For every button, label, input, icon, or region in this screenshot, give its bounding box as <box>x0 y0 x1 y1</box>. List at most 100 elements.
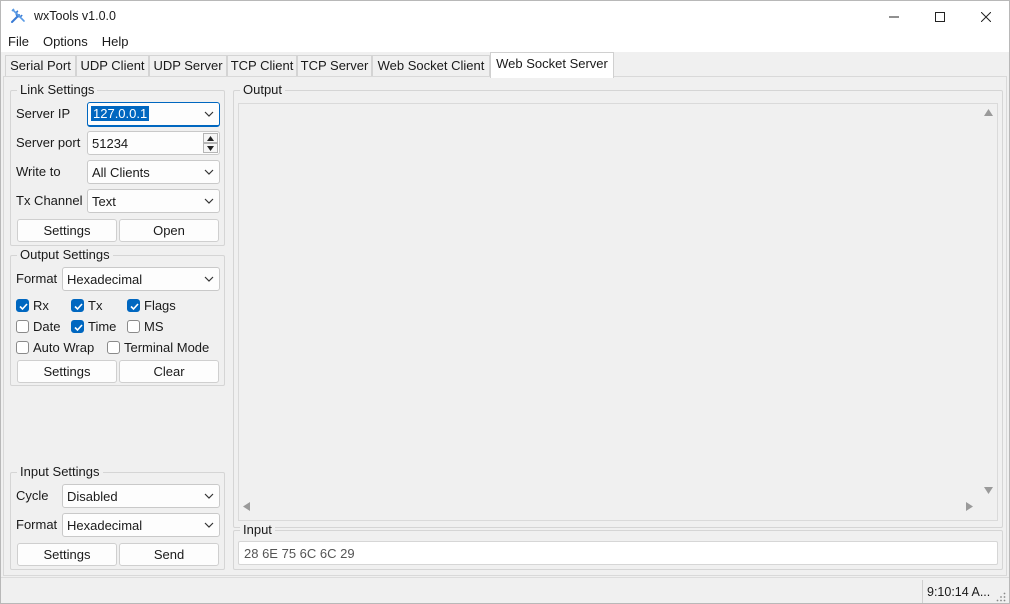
menu-file[interactable]: File <box>1 32 36 52</box>
link-settings-button[interactable]: Settings <box>17 219 117 242</box>
write-to-value: All Clients <box>92 165 150 180</box>
auto-wrap-checkbox[interactable]: Auto Wrap <box>16 339 94 355</box>
checkbox-box <box>16 298 29 312</box>
time-checkbox[interactable]: Time <box>71 318 116 334</box>
tab-web-socket-client[interactable]: Web Socket Client <box>372 55 490 77</box>
write-to-label: Write to <box>16 164 61 179</box>
tools-icon <box>10 8 26 24</box>
maximize-button[interactable] <box>917 1 963 32</box>
scroll-up-icon[interactable] <box>984 109 993 116</box>
tab-panel: Link Settings Server IP 127.0.0.1 Server… <box>3 76 1007 576</box>
server-ip-combo[interactable]: 127.0.0.1 <box>87 102 220 127</box>
tx-channel-combo[interactable]: Text <box>87 189 220 213</box>
open-button[interactable]: Open <box>119 219 219 242</box>
ms-label: MS <box>144 318 164 334</box>
output-text-area[interactable] <box>238 103 998 521</box>
link-settings-title: Link Settings <box>17 82 98 97</box>
tx-label: Tx <box>88 297 103 313</box>
checkmark-icon <box>130 302 139 310</box>
output-format-value: Hexadecimal <box>67 272 143 287</box>
checkbox-box <box>16 340 29 354</box>
spin-down-button[interactable] <box>203 143 218 153</box>
menu-help[interactable]: Help <box>95 32 136 52</box>
tx-checkbox[interactable]: Tx <box>71 297 102 313</box>
input-format-combo[interactable]: Hexadecimal <box>62 513 220 537</box>
auto-wrap-label: Auto Wrap <box>33 339 95 355</box>
checkmark-icon <box>74 323 83 331</box>
clear-button[interactable]: Clear <box>119 360 219 383</box>
checkmark-icon <box>74 302 83 310</box>
input-settings-title: Input Settings <box>17 464 103 479</box>
input-format-value: Hexadecimal <box>67 518 143 533</box>
rx-label: Rx <box>33 297 49 313</box>
window-title: wxTools v1.0.0 <box>34 9 116 23</box>
output-group: Output <box>233 82 1003 528</box>
input-group: Input 28 6E 75 6C 6C 29 <box>233 522 1003 570</box>
menu-options[interactable]: Options <box>36 32 95 52</box>
input-format-label: Format <box>16 517 58 532</box>
chevron-down-icon <box>204 169 214 175</box>
date-checkbox[interactable]: Date <box>16 318 60 334</box>
date-label: Date <box>33 318 61 334</box>
menu-bar: File Options Help <box>1 32 1009 52</box>
ms-checkbox[interactable]: MS <box>127 318 164 334</box>
tab-web-socket-server[interactable]: Web Socket Server <box>490 52 614 78</box>
close-icon <box>981 11 991 22</box>
output-settings-group: Output Settings Format Hexadecimal Rx Tx… <box>10 247 225 386</box>
tab-udp-server[interactable]: UDP Server <box>149 55 227 77</box>
arrow-down-icon <box>207 145 214 151</box>
input-value: 28 6E 75 6C 6C 29 <box>244 546 355 561</box>
link-settings-group: Link Settings Server IP 127.0.0.1 Server… <box>10 82 225 246</box>
checkbox-box <box>127 298 140 312</box>
scroll-left-icon[interactable] <box>243 502 250 511</box>
spin-up-button[interactable] <box>203 133 218 143</box>
output-settings-title: Output Settings <box>17 247 113 262</box>
input-title: Input <box>240 522 275 537</box>
cycle-value: Disabled <box>67 489 118 504</box>
cycle-combo[interactable]: Disabled <box>62 484 220 508</box>
output-title: Output <box>240 82 286 97</box>
output-format-combo[interactable]: Hexadecimal <box>62 267 220 291</box>
terminal-mode-checkbox[interactable]: Terminal Mode <box>107 339 209 355</box>
server-port-stepper[interactable]: 51234 <box>87 131 220 155</box>
input-settings-group: Input Settings Cycle Disabled Format Hex… <box>10 464 225 570</box>
maximize-icon <box>935 11 945 22</box>
checkbox-box <box>71 319 84 333</box>
status-bar: 9:10:14 A... <box>1 577 1009 603</box>
output-format-label: Format <box>16 271 58 286</box>
send-button[interactable]: Send <box>119 543 219 566</box>
minimize-icon <box>889 16 899 17</box>
tx-channel-value: Text <box>92 194 116 209</box>
flags-label: Flags <box>144 297 176 313</box>
server-port-value: 51234 <box>92 136 129 151</box>
title-bar: wxTools v1.0.0 <box>1 1 1009 32</box>
main-window: wxTools v1.0.0 File Options Help Serial … <box>0 0 1010 604</box>
tab-tcp-server[interactable]: TCP Server <box>297 55 372 77</box>
server-port-label: Server port <box>16 135 81 150</box>
input-settings-button[interactable]: Settings <box>17 543 117 566</box>
write-to-combo[interactable]: All Clients <box>87 160 220 184</box>
time-label: Time <box>88 318 117 334</box>
chevron-down-icon <box>204 276 214 282</box>
rx-checkbox[interactable]: Rx <box>16 297 49 313</box>
server-ip-label: Server IP <box>16 106 71 121</box>
chevron-down-icon <box>204 522 214 528</box>
scroll-down-icon[interactable] <box>984 487 993 494</box>
checkbox-box <box>107 340 120 354</box>
server-ip-value: 127.0.0.1 <box>91 106 150 121</box>
tab-tcp-client[interactable]: TCP Client <box>227 55 297 77</box>
tab-serial-port[interactable]: Serial Port <box>5 55 76 77</box>
tab-udp-client[interactable]: UDP Client <box>76 55 149 77</box>
minimize-button[interactable] <box>871 1 917 32</box>
checkbox-box <box>71 298 84 312</box>
cycle-label: Cycle <box>16 488 49 503</box>
flags-checkbox[interactable]: Flags <box>127 297 176 313</box>
scroll-right-icon[interactable] <box>966 502 973 511</box>
tab-bar: Serial Port UDP Client UDP Server TCP Cl… <box>1 52 1009 78</box>
tx-channel-label: Tx Channel <box>16 193 83 208</box>
close-button[interactable] <box>963 1 1009 32</box>
output-settings-button[interactable]: Settings <box>17 360 117 383</box>
chevron-down-icon <box>204 493 214 499</box>
resize-grip-icon[interactable] <box>996 592 1006 602</box>
input-text-field[interactable]: 28 6E 75 6C 6C 29 <box>238 541 998 565</box>
